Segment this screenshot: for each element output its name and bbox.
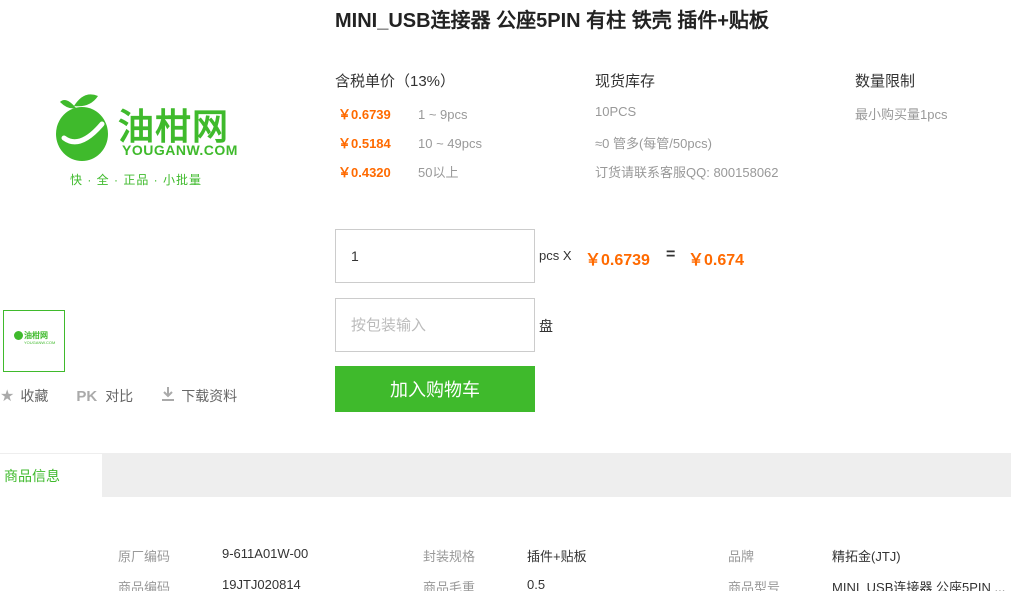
star-icon: ★ <box>0 388 15 405</box>
site-logo: 油柑网 YOUGANW.COM 快 · 全 · 正品 · 小批量 <box>50 88 250 188</box>
min-order-limit: 最小购买量1pcs <box>855 107 948 122</box>
favorite-label: 收藏 <box>20 388 49 404</box>
stock-quantity: 10PCS <box>595 104 637 119</box>
price-header: 含税单价（13%） <box>335 73 456 90</box>
tier-range: 50以上 <box>418 165 459 180</box>
spec-value: 插件+贴板 <box>527 549 587 564</box>
product-title: MINI_USB连接器 公座5PIN 有柱 铁壳 插件+贴板 <box>335 10 769 32</box>
spec-value: 9-611A01W-00 <box>222 546 309 561</box>
logo-name-en: YOUGANW.COM <box>122 142 238 158</box>
compare-button[interactable]: PK 对比 <box>76 386 133 406</box>
tier-range: 1 ~ 9pcs <box>418 107 468 122</box>
price-tier: ￥0.6739 1 ~ 9pcs <box>338 104 468 123</box>
quantity-input[interactable] <box>335 229 535 283</box>
spec-key: 封装规格 <box>423 549 476 564</box>
pcs-multiplier-label: pcs X <box>539 248 572 263</box>
orange-fruit-icon <box>56 94 108 161</box>
total-price: ￥0.674 <box>688 252 745 269</box>
unit-price: ￥0.6739 <box>585 252 650 269</box>
favorite-button[interactable]: ★ 收藏 <box>0 386 48 406</box>
thumbnail-logo: 油柑网 YOUGANW.COM <box>14 329 55 353</box>
package-quantity-input[interactable] <box>335 298 535 352</box>
product-actions: ★ 收藏 PK 对比 下载资料 <box>0 386 265 406</box>
package-unit-label: 盘 <box>539 318 553 334</box>
price-tier: ￥0.4320 50以上 <box>338 162 458 181</box>
spec-key: 品牌 <box>728 549 755 564</box>
tier-range: 10 ~ 49pcs <box>418 136 482 151</box>
tab-product-info[interactable]: 商品信息 <box>0 453 102 497</box>
stock-contact: 订货请联系客服QQ: 800158062 <box>595 165 779 180</box>
detail-tab-bar: 商品信息 <box>0 453 1011 497</box>
download-button[interactable]: 下载资料 <box>161 386 237 407</box>
spec-key: 商品编码 <box>118 580 171 591</box>
tier-price: ￥0.6739 <box>338 107 391 122</box>
product-thumbnail[interactable]: 油柑网 YOUGANW.COM <box>3 310 65 372</box>
spec-key: 商品型号 <box>728 580 781 591</box>
compare-label: 对比 <box>105 388 134 404</box>
tier-price: ￥0.4320 <box>338 165 391 180</box>
spec-value: 0.5 <box>527 577 546 591</box>
spec-value: 精拓金(JTJ) <box>832 549 901 564</box>
spec-value: 19JTJ020814 <box>222 577 301 591</box>
stock-header: 现货库存 <box>595 73 656 90</box>
download-icon <box>161 386 175 407</box>
logo-tagline: 快 · 全 · 正品 · 小批量 <box>70 173 202 187</box>
spec-key: 原厂编码 <box>118 549 171 564</box>
price-tier: ￥0.5184 10 ~ 49pcs <box>338 133 482 152</box>
download-label: 下载资料 <box>181 388 238 404</box>
pk-icon: PK <box>76 387 98 405</box>
spec-value: MINI_USB连接器 公座5PIN ... <box>832 580 1006 591</box>
stock-packaging: ≈0 管多(每管/50pcs) <box>595 136 712 151</box>
limit-header: 数量限制 <box>855 73 916 90</box>
tier-price: ￥0.5184 <box>338 136 391 151</box>
spec-key: 商品毛重 <box>423 580 476 591</box>
add-to-cart-button[interactable]: 加入购物车 <box>335 366 535 412</box>
equals-sign: = <box>666 246 676 263</box>
